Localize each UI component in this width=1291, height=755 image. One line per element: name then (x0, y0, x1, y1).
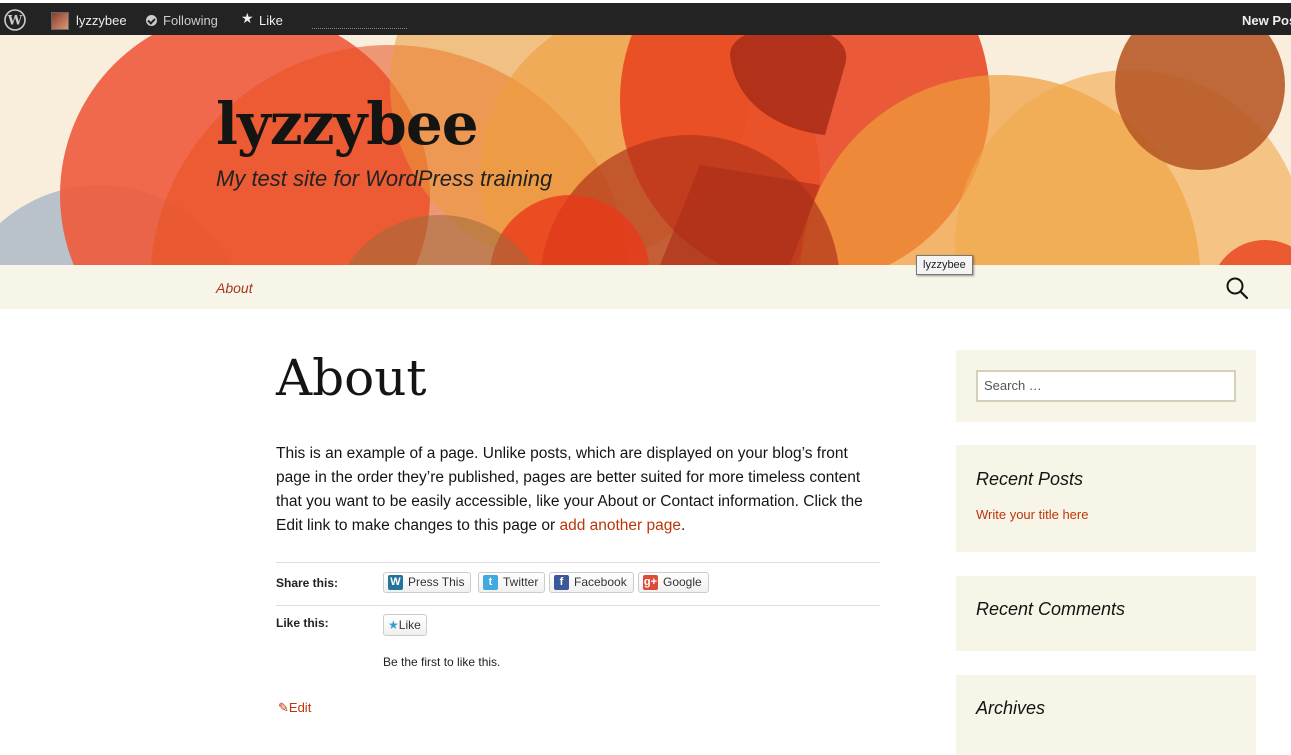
facebook-label: Facebook (574, 575, 627, 589)
nav-item-about[interactable]: About (216, 279, 253, 297)
twitter-icon: t (483, 575, 498, 590)
edit-link[interactable]: ✎Edit (278, 700, 311, 716)
google-plus-icon: g+ (643, 575, 658, 590)
press-this-label: Press This (408, 575, 465, 589)
main-navigation: About (0, 265, 1291, 309)
like-label: Like this: (276, 616, 329, 630)
following-button[interactable]: Following (163, 12, 218, 30)
avatar[interactable] (51, 12, 69, 30)
like-section: Like this: ★Like Be the first to like th… (276, 604, 880, 684)
recent-post-link[interactable]: Write your title here (976, 507, 1088, 522)
search-icon[interactable] (1225, 276, 1249, 300)
share-label: Share this: (276, 576, 339, 590)
facebook-icon: f (554, 575, 569, 590)
header-circles-image (0, 35, 1291, 265)
search-widget: Search … (956, 350, 1256, 422)
pencil-icon: ✎ (278, 700, 289, 715)
svg-text:W: W (7, 14, 23, 29)
wordpress-icon: W (388, 575, 403, 590)
recent-posts-title: Recent Posts (976, 469, 1084, 489)
share-section: Share this: W Press This t Twitter f Fac… (276, 562, 880, 606)
like-button[interactable]: ★Like (383, 614, 427, 636)
admin-user-link[interactable]: lyzzybee (76, 12, 127, 30)
tooltip: lyzzybee (916, 255, 973, 275)
wordpress-logo-icon[interactable]: W (4, 9, 26, 31)
page-title: About (276, 349, 427, 407)
add-another-page-link[interactable]: add another page (559, 517, 681, 534)
site-header: lyzzybee My test site for WordPress trai… (0, 35, 1291, 265)
site-description: My test site for WordPress training (216, 166, 553, 191)
google-label: Google (663, 575, 702, 589)
admin-like-button[interactable]: Like (259, 12, 283, 30)
admin-bar: W lyzzybee Following ★ Like New Pos (0, 0, 1291, 35)
edit-label: Edit (288, 700, 312, 715)
site-title[interactable]: lyzzybee (216, 89, 479, 159)
archives-title: Archives (976, 698, 1046, 718)
new-post-button[interactable]: New Pos (1242, 12, 1291, 30)
twitter-label: Twitter (503, 575, 539, 589)
facebook-share-button[interactable]: f Facebook (549, 572, 634, 593)
star-icon: ★ (388, 618, 399, 632)
recent-comments-widget: Recent Comments (956, 576, 1256, 651)
twitter-share-button[interactable]: t Twitter (478, 572, 546, 593)
recent-comments-title: Recent Comments (976, 599, 1126, 619)
press-this-button[interactable]: W Press This (383, 572, 472, 593)
archives-widget: Archives (956, 675, 1256, 755)
recent-posts-widget: Recent Posts Write your title here (956, 445, 1256, 552)
admin-bar-placeholder (312, 28, 407, 29)
entry-end: . (681, 517, 686, 534)
like-button-label: Like (398, 618, 421, 632)
entry-content: This is an example of a page. Unlike pos… (276, 442, 886, 538)
search-input[interactable]: Search … (976, 370, 1236, 402)
like-first-text: Be the first to like this. (383, 655, 501, 669)
google-share-button[interactable]: g+ Google (638, 572, 709, 593)
following-check-icon (146, 15, 157, 26)
star-icon: ★ (241, 11, 254, 27)
